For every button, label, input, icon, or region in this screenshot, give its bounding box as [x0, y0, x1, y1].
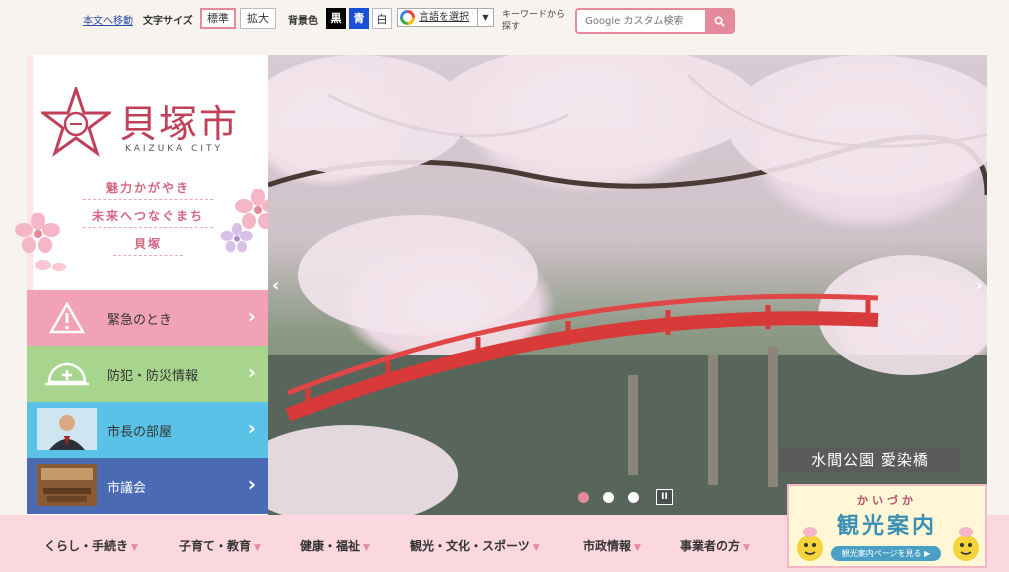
banner-subtitle: かいづか: [857, 494, 917, 507]
nav-item-health[interactable]: 健康・福祉 ▼: [300, 537, 370, 554]
quick-link-label: 市議会: [107, 481, 147, 496]
quick-link-label: 緊急のとき: [107, 313, 173, 328]
font-size-label: 文字サイズ: [143, 16, 193, 27]
slide-dot-2[interactable]: [603, 492, 614, 503]
search-button[interactable]: [705, 10, 733, 32]
nav-item-city-info[interactable]: 市政情報 ▼: [583, 537, 641, 554]
search-input[interactable]: [577, 10, 705, 32]
bg-color-label: 背景色: [288, 16, 318, 27]
font-large-button[interactable]: 拡大: [240, 8, 276, 29]
bg-black-button[interactable]: 黒: [326, 8, 346, 29]
chevron-down-icon: ▼: [363, 543, 370, 553]
site-search: [575, 8, 735, 34]
chevron-down-icon: ▼: [532, 543, 540, 553]
hero-image: [268, 55, 987, 515]
chevron-right-icon: ›: [247, 416, 256, 440]
city-logo-subtitle: KAIZUKA CITY: [125, 144, 224, 154]
warning-icon: [49, 302, 85, 334]
chevron-right-icon: ›: [247, 472, 256, 496]
chevron-down-icon: ▼: [634, 543, 641, 553]
banner-title: 観光案内: [836, 514, 937, 539]
quick-link-label: 市長の部屋: [107, 425, 173, 440]
quick-link-emergency[interactable]: 緊急のとき ›: [27, 290, 268, 346]
pause-icon: II: [661, 492, 668, 502]
slogan-line-2: 未来へつなぐまち: [83, 207, 213, 228]
sakura-petal-icon: [35, 260, 66, 271]
city-logo-text[interactable]: 貝塚市: [119, 93, 239, 148]
chevron-right-icon: ›: [247, 360, 256, 384]
language-select-label: 言語を選択: [419, 12, 469, 23]
bg-white-button[interactable]: 白: [372, 8, 392, 29]
quick-link-city-council[interactable]: 市議会 ›: [27, 458, 268, 514]
nav-item-childcare[interactable]: 子育て・教育 ▼: [179, 537, 261, 554]
slide-prev-button[interactable]: ‹: [272, 275, 279, 296]
slogan-line-3: 貝塚: [113, 235, 183, 256]
skip-to-content-link[interactable]: 本文へ移動: [83, 12, 133, 27]
slide-dot-1[interactable]: [578, 492, 589, 503]
bg-blue-button[interactable]: 青: [349, 8, 369, 29]
banner-cta-button[interactable]: 観光案内ページを見る ▶: [831, 546, 941, 561]
council-photo: [37, 464, 97, 506]
sakura-flower-icon: [15, 213, 60, 253]
tourism-banner[interactable]: かいづか 観光案内 観光案内ページを見る ▶: [787, 484, 987, 568]
sakura-flower-icon: [220, 223, 253, 253]
slogan-line-1: 魅力かがやき: [83, 179, 213, 200]
slide-next-button[interactable]: ›: [976, 275, 983, 296]
left-panel: 貝塚市 KAIZUKA CITY 魅力かがやき 未来へつなぐまち 貝塚 緊急のと…: [15, 55, 280, 515]
quick-link-crime-disaster[interactable]: 防犯・防災情報 ›: [27, 346, 268, 402]
quick-link-label: 防犯・防災情報: [107, 369, 199, 384]
nav-item-business[interactable]: 事業者の方 ▼: [680, 537, 750, 554]
search-icon: [714, 16, 725, 27]
nav-item-tourism[interactable]: 観光・文化・スポーツ ▼: [410, 537, 540, 554]
chevron-right-icon: ›: [247, 304, 256, 328]
slide-pause-button[interactable]: II: [656, 489, 673, 505]
slide-caption: 水間公園 愛染橋: [780, 447, 960, 473]
chevron-down-icon: ▼: [254, 543, 261, 553]
font-standard-button[interactable]: 標準: [200, 8, 236, 29]
keyword-search-label: キーワードから探す: [502, 10, 566, 32]
hero-slideshow: ‹ ›: [268, 55, 987, 515]
language-select[interactable]: 言語を選択 ▼: [397, 8, 494, 27]
helmet-icon: [45, 362, 89, 386]
google-icon: [400, 10, 415, 25]
chevron-down-icon: ▼: [743, 543, 750, 553]
chevron-down-icon: ▼: [477, 9, 493, 26]
chevron-down-icon: ▼: [131, 543, 138, 553]
nav-item-living[interactable]: くらし・手続き ▼: [44, 537, 138, 554]
top-utility-bar: 本文へ移動 文字サイズ 標準 拡大 背景色 黒 青 白 言語を選択 ▼ キーワー…: [0, 0, 1009, 46]
quick-link-mayor[interactable]: 市長の部屋 ›: [27, 402, 268, 458]
mayor-photo: [37, 408, 97, 450]
city-emblem-icon: [41, 87, 111, 157]
slide-dot-3[interactable]: [628, 492, 639, 503]
